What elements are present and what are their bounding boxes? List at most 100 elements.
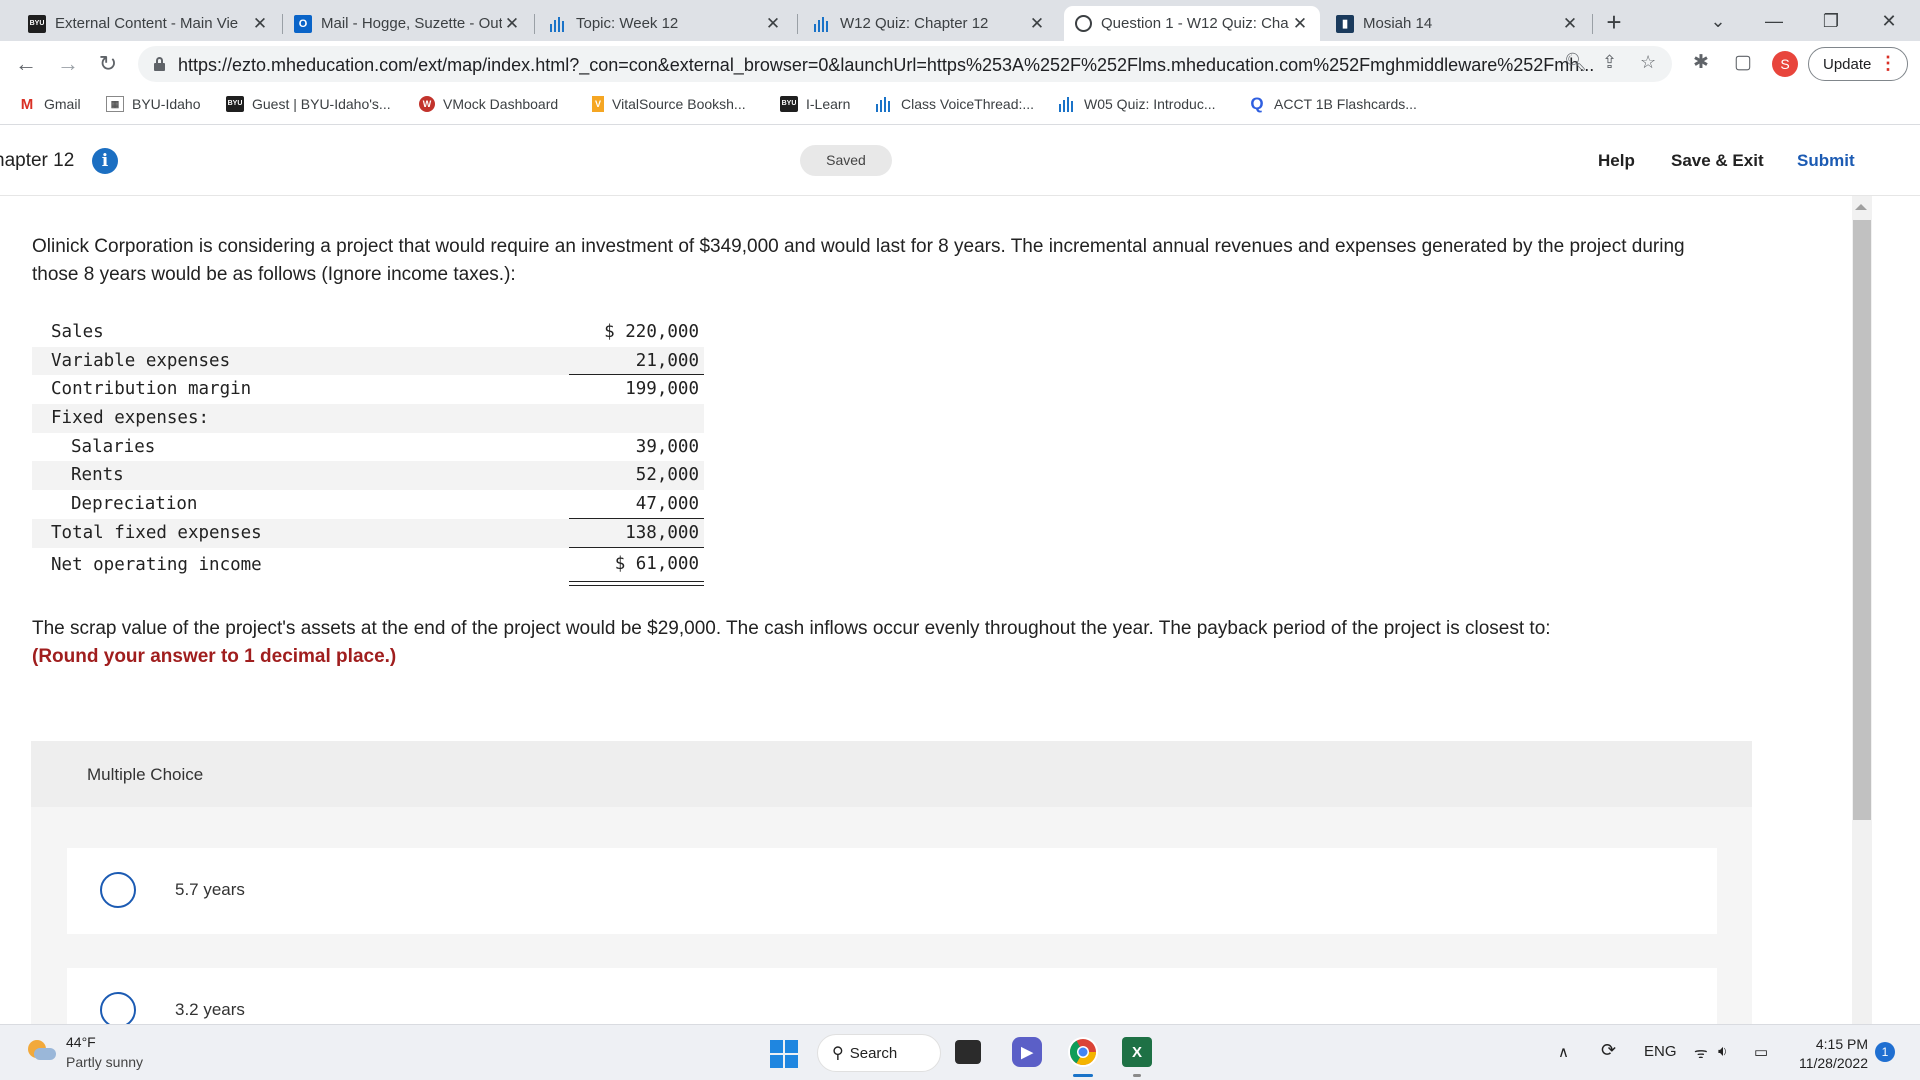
question-intro: Olinick Corporation is considering a pro… <box>32 236 1685 285</box>
vitalsource-icon: V <box>592 96 604 112</box>
bookmark-label: Class VoiceThread:... <box>901 96 1035 112</box>
tab-question-1[interactable]: Question 1 - W12 Quiz: Cha ✕ <box>1064 6 1320 41</box>
bookmark-byu-idaho[interactable]: ▦ BYU-Idaho <box>106 96 200 112</box>
d2l-bars-icon <box>875 96 893 112</box>
url-text[interactable]: https://ezto.mheducation.com/ext/map/ind… <box>178 55 1594 76</box>
close-icon[interactable]: ✕ <box>502 14 522 34</box>
row-label: Variable expenses <box>51 350 231 371</box>
row-value: 138,000 <box>625 522 699 543</box>
radio-button[interactable] <box>100 872 136 908</box>
battery-icon[interactable]: ▭ <box>1754 1043 1768 1061</box>
close-icon[interactable]: ✕ <box>763 14 783 34</box>
extensions-puzzle-icon[interactable]: ✱ <box>1693 51 1709 74</box>
tab-w12-quiz[interactable]: W12 Quiz: Chapter 12 ✕ <box>803 6 1057 41</box>
bookmark-star-icon[interactable]: ☆ <box>1640 52 1656 73</box>
tab-mosiah-14[interactable]: ▮ Mosiah 14 ✕ <box>1326 6 1590 41</box>
tab-title: Mail - Hogge, Suzette - Out <box>321 15 502 32</box>
tab-separator <box>534 14 535 34</box>
excel-icon[interactable]: X <box>1122 1037 1152 1067</box>
bookmark-vitalsource[interactable]: V VitalSource Booksh... <box>592 96 746 112</box>
outlook-icon: O <box>294 14 312 33</box>
close-window-button[interactable]: ✕ <box>1866 6 1912 36</box>
notification-badge[interactable]: 1 <box>1875 1042 1895 1062</box>
bookmark-label: ACCT 1B Flashcards... <box>1274 96 1417 112</box>
table-row: Sales $ 220,000 <box>32 318 704 347</box>
save-exit-button[interactable]: Save & Exit <box>1671 151 1764 171</box>
scroll-up-arrow-icon[interactable] <box>1855 204 1867 210</box>
forward-icon[interactable]: → <box>54 51 82 79</box>
close-icon[interactable]: ✕ <box>250 14 270 34</box>
zoom-icon[interactable]: 🔍︎ <box>1564 52 1587 73</box>
language-indicator[interactable]: ENG <box>1644 1043 1677 1060</box>
row-label: Total fixed expenses <box>51 522 262 543</box>
saved-status-badge: Saved <box>800 145 892 176</box>
close-icon[interactable]: ✕ <box>1560 14 1580 34</box>
teams-chat-icon[interactable]: ▶ <box>1012 1037 1042 1067</box>
address-bar[interactable]: https://ezto.mheducation.com/ext/map/ind… <box>138 46 1672 82</box>
new-tab-button[interactable]: + <box>1599 8 1629 38</box>
table-row: Rents 52,000 <box>32 461 704 491</box>
share-icon[interactable]: ⇪ <box>1602 52 1617 73</box>
wifi-icon[interactable]: ᯤ <box>1694 1043 1708 1063</box>
windows-start-icon[interactable] <box>770 1040 798 1068</box>
volume-icon[interactable]: 🔉︎ <box>1718 1043 1727 1060</box>
minimize-button[interactable]: — <box>1751 6 1797 36</box>
tab-title: Mosiah 14 <box>1363 15 1433 32</box>
weather-temperature[interactable]: 44°F <box>66 1034 96 1050</box>
bookmark-vmock[interactable]: W VMock Dashboard <box>419 96 558 112</box>
row-value: 47,000 <box>635 494 699 515</box>
d2l-bars-icon <box>549 15 567 33</box>
globe-icon <box>1074 15 1092 33</box>
bookmark-label: VMock Dashboard <box>443 96 559 112</box>
weather-partly-sunny-icon[interactable] <box>28 1038 56 1066</box>
clock-date: 11/28/2022 <box>1798 1055 1868 1071</box>
lock-icon <box>154 57 165 71</box>
bookmark-w05-quiz[interactable]: W05 Quiz: Introduc... <box>1058 96 1216 112</box>
close-icon[interactable]: ✕ <box>1027 14 1047 34</box>
sync-icon[interactable]: ⟳ <box>1601 1040 1616 1061</box>
bookmark-quizlet[interactable]: Q ACCT 1B Flashcards... <box>1248 94 1417 113</box>
info-icon[interactable]: i <box>92 148 118 174</box>
tab-search-chevron-icon[interactable]: ⌄ <box>1695 6 1741 36</box>
weather-description[interactable]: Partly sunny <box>66 1054 143 1070</box>
quiz-header: hapter 12 i Saved Help Save & Exit Submi… <box>0 126 1920 196</box>
chrome-icon[interactable] <box>1068 1037 1098 1067</box>
multiple-choice-panel: Multiple Choice 5.7 years 3.2 years <box>31 741 1752 1054</box>
tray-overflow-chevron-icon[interactable]: ∧ <box>1558 1043 1569 1061</box>
bookmark-voicethread[interactable]: Class VoiceThread:... <box>875 96 1034 112</box>
bookmark-gmail[interactable]: M Gmail <box>18 95 81 113</box>
restore-button[interactable]: ❐ <box>1808 6 1854 36</box>
task-view-icon[interactable] <box>955 1040 981 1064</box>
side-panel-icon[interactable]: ▢ <box>1734 51 1752 74</box>
tab-external-content[interactable]: BYU External Content - Main Vie ✕ <box>18 6 280 41</box>
taskbar-search[interactable]: ⚲ Search <box>817 1034 941 1072</box>
search-icon: ⚲ <box>832 1045 844 1062</box>
bookmark-label: VitalSource Booksh... <box>612 96 746 112</box>
profile-avatar[interactable]: S <box>1772 51 1798 77</box>
bookmark-label: BYU-Idaho <box>132 96 201 112</box>
scrollbar-thumb[interactable] <box>1853 220 1871 820</box>
row-value: $ 61,000 <box>614 553 699 574</box>
tab-mail[interactable]: O Mail - Hogge, Suzette - Out ✕ <box>284 6 532 41</box>
bookmark-i-learn[interactable]: BYU I-Learn <box>780 96 850 112</box>
radio-button[interactable] <box>100 992 136 1028</box>
bookmark-guest-byu[interactable]: BYU Guest | BYU-Idaho's... <box>226 96 391 112</box>
tab-title: Topic: Week 12 <box>576 15 679 32</box>
search-label: Search <box>849 1044 898 1062</box>
back-icon[interactable]: ← <box>12 51 40 79</box>
tab-strip: BYU External Content - Main Vie ✕ O Mail… <box>0 0 1920 41</box>
multiple-choice-title: Multiple Choice <box>87 765 204 784</box>
row-value: 52,000 <box>635 465 699 486</box>
table-row: Salaries 39,000 <box>32 433 704 462</box>
close-icon[interactable]: ✕ <box>1290 14 1310 34</box>
reload-icon[interactable]: ↻ <box>94 51 122 79</box>
clock[interactable]: 4:15 PM 11/28/2022 <box>1792 1035 1868 1073</box>
help-button[interactable]: Help <box>1598 151 1635 171</box>
submit-button[interactable]: Submit <box>1797 151 1855 171</box>
row-label: Contribution margin <box>51 379 252 400</box>
gmail-icon: M <box>20 95 34 113</box>
tab-topic-week-12[interactable]: Topic: Week 12 ✕ <box>539 6 793 41</box>
choice-option[interactable]: 5.7 years <box>67 848 1717 934</box>
table-row: Fixed expenses: <box>32 404 704 433</box>
update-button[interactable]: Update ⋮ <box>1808 47 1908 81</box>
